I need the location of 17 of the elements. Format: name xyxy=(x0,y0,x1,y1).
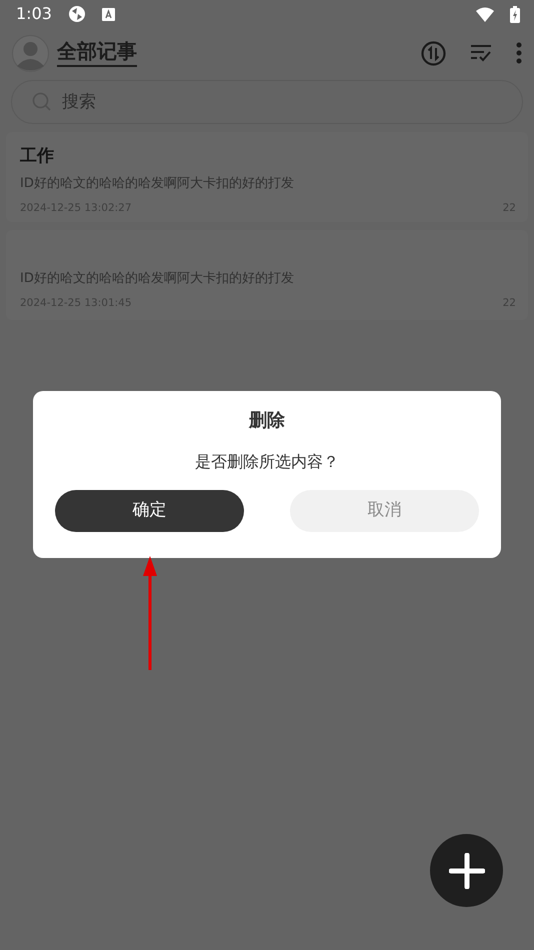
note-text: ID好的哈文的哈哈的哈发啊阿大卡扣的好的打发 xyxy=(20,270,295,288)
note-text: ID好的哈文的哈哈的哈发啊阿大卡扣的好的打发 xyxy=(20,174,295,192)
plus-icon xyxy=(448,852,484,888)
header-title: 全部记事 xyxy=(57,39,137,67)
battery-icon xyxy=(510,6,520,22)
wifi-icon xyxy=(476,6,494,22)
confirm-button[interactable]: 确定 xyxy=(55,490,244,532)
more-icon[interactable] xyxy=(516,42,522,64)
sync-icon xyxy=(68,5,86,23)
dialog-message: 是否删除所选内容？ xyxy=(195,451,339,473)
checklist-icon[interactable] xyxy=(470,43,492,63)
keyboard-icon xyxy=(102,8,115,20)
dialog-title: 删除 xyxy=(249,409,285,433)
cancel-button[interactable]: 取消 xyxy=(290,490,479,532)
sort-icon[interactable] xyxy=(421,40,446,66)
status-time: 1:03 xyxy=(16,3,52,25)
note-title: 工作 xyxy=(20,145,55,168)
